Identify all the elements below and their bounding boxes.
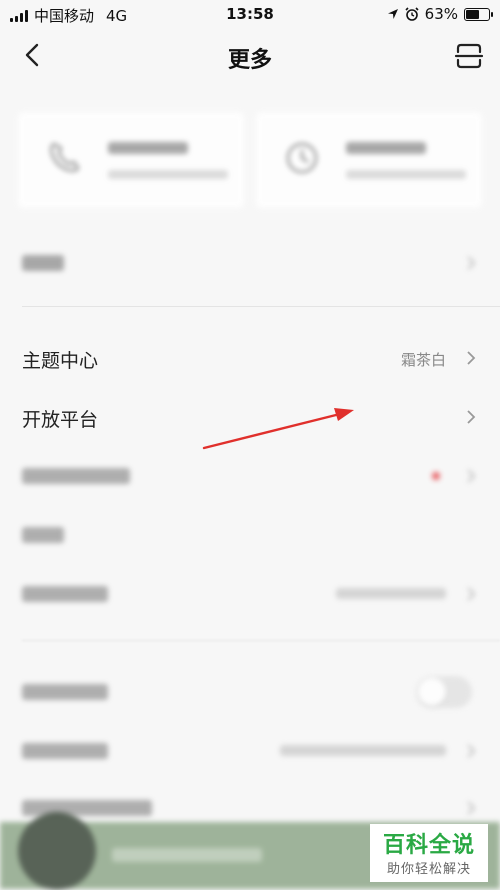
blurred-card-sub-bar	[346, 170, 466, 179]
section-divider	[22, 306, 500, 307]
chevron-right-icon	[467, 744, 476, 758]
chevron-right-icon	[467, 351, 476, 365]
toggle-switch[interactable]	[416, 676, 472, 708]
blurred-menu-row[interactable]	[0, 672, 500, 712]
blurred-player-text	[112, 848, 262, 862]
blurred-menu-row[interactable]	[0, 243, 500, 283]
open-platform-label: 开放平台	[22, 409, 99, 431]
theme-center-value: 霜茶白	[400, 351, 446, 369]
chevron-right-icon	[467, 410, 476, 424]
battery-percent: 63%	[424, 5, 458, 23]
watermark-title: 百科全说	[382, 833, 475, 858]
feature-cards	[18, 112, 482, 208]
watermark-subtitle: 助你轻松解决	[386, 862, 471, 877]
blurred-row-label	[22, 800, 152, 816]
location-arrow-icon	[387, 9, 398, 19]
blurred-card-sub-bar	[108, 170, 228, 179]
status-bar: 中国移动 4G 13:58 63%	[0, 0, 500, 28]
blurred-row-value	[336, 588, 446, 599]
clock-icon	[287, 143, 317, 173]
blurred-row-value	[280, 745, 446, 756]
scan-icon[interactable]	[454, 41, 484, 71]
chevron-right-icon	[467, 587, 476, 601]
blurred-menu-row[interactable]	[0, 574, 500, 614]
chevron-right-icon	[467, 801, 476, 815]
navigation-bar: 更多	[0, 28, 500, 86]
feature-card[interactable]	[256, 112, 482, 208]
blurred-row-label	[22, 468, 130, 484]
album-art	[18, 812, 96, 890]
section-divider	[22, 640, 500, 641]
chevron-right-icon	[467, 256, 476, 270]
battery-fill	[466, 9, 479, 19]
blurred-menu-row[interactable]	[0, 456, 500, 496]
watermark-logo: 百科全说 助你轻松解决	[370, 824, 488, 882]
chevron-right-icon	[467, 469, 476, 483]
blurred-card-title-bar	[108, 142, 188, 154]
phone-icon	[50, 142, 80, 172]
blurred-card-title-bar	[346, 142, 426, 154]
notification-dot	[432, 472, 440, 480]
blurred-row-label	[22, 743, 108, 759]
menu-row-theme-center[interactable]: 主题中心 霜茶白	[0, 338, 500, 378]
blurred-menu-row[interactable]	[0, 731, 500, 771]
blurred-row-label	[22, 684, 108, 700]
menu-row-open-platform[interactable]: 开放平台	[0, 397, 500, 437]
battery-icon	[464, 7, 493, 21]
theme-center-label: 主题中心	[22, 350, 99, 372]
blurred-row-label	[22, 586, 108, 602]
status-right: 63%	[387, 5, 493, 23]
blurred-menu-row[interactable]	[0, 515, 500, 555]
blurred-row-label	[22, 527, 64, 543]
page-title: 更多	[227, 48, 272, 73]
feature-card[interactable]	[18, 112, 244, 208]
blurred-row-label	[22, 255, 64, 271]
alarm-icon	[405, 7, 419, 21]
